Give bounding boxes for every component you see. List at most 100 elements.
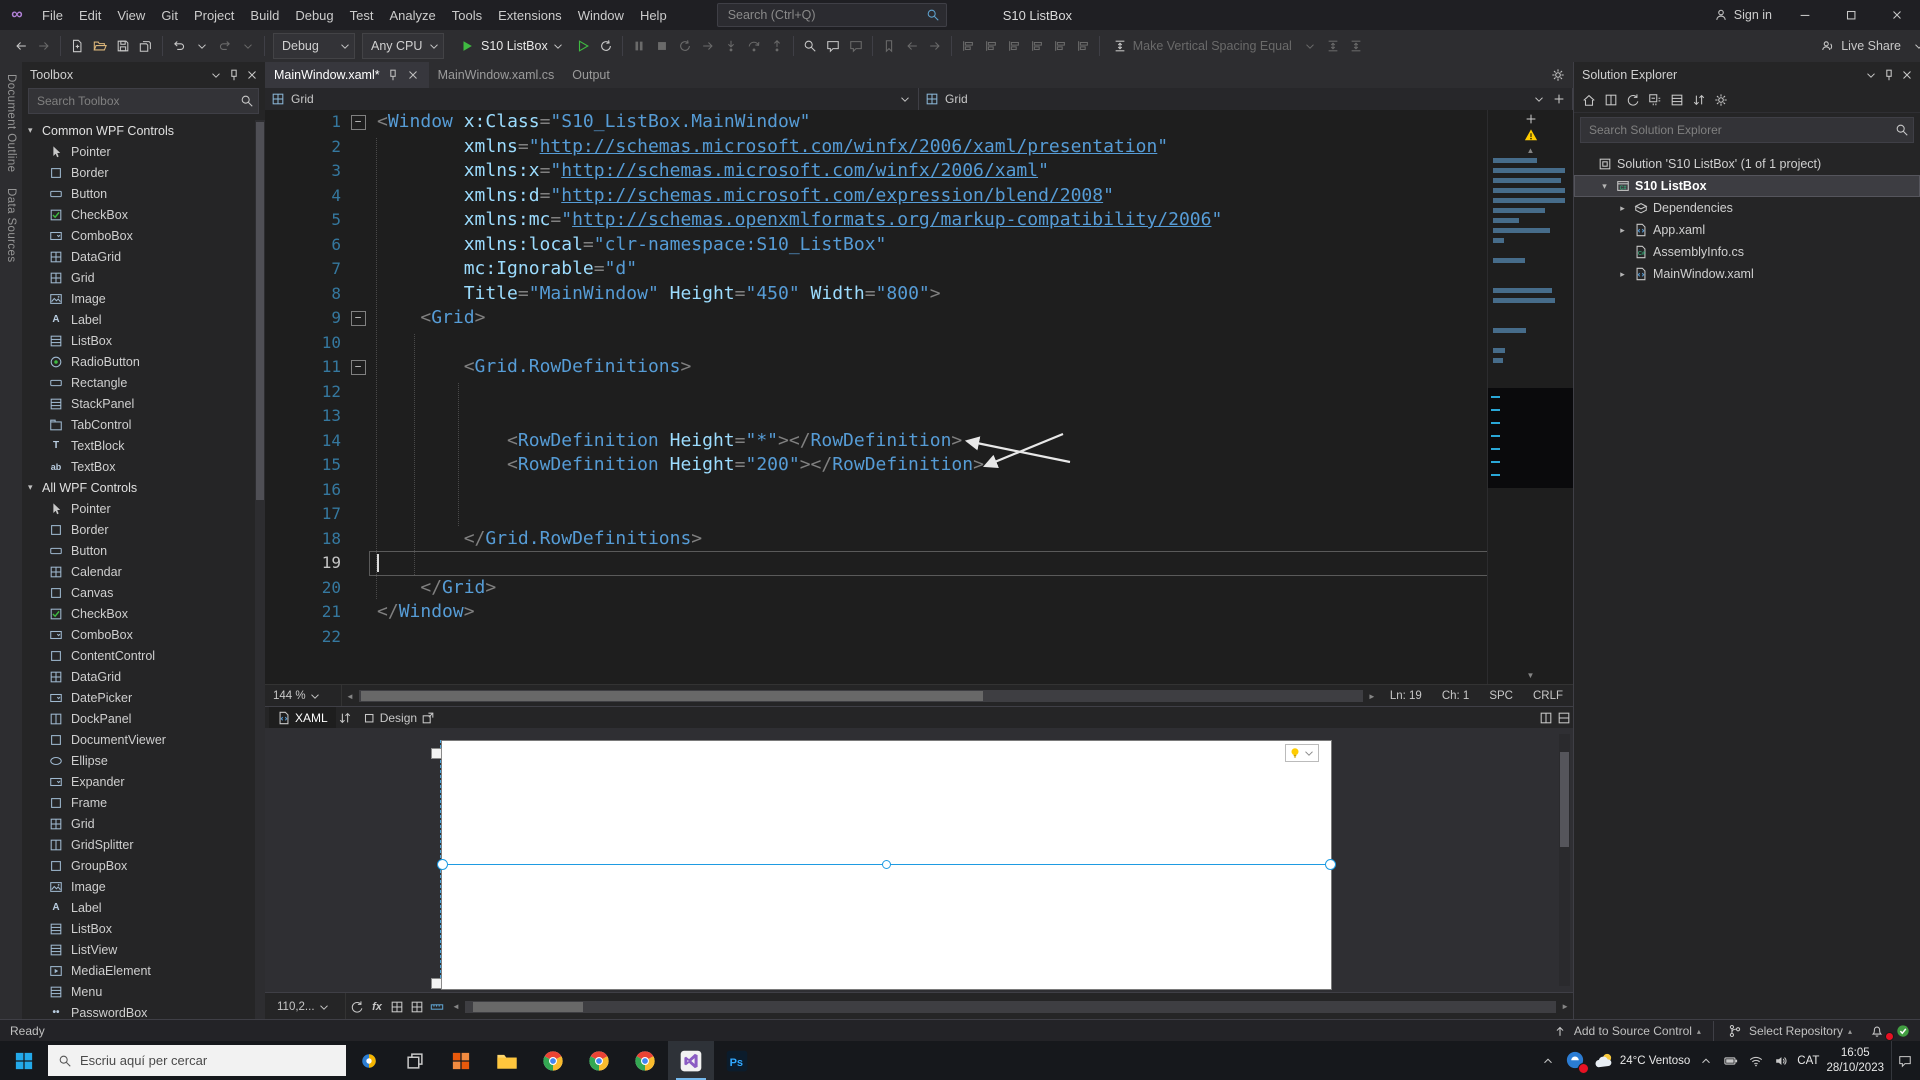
quick-actions-lightbulb[interactable] bbox=[1285, 744, 1319, 762]
menu-test[interactable]: Test bbox=[342, 0, 382, 30]
step-out-icon[interactable] bbox=[766, 35, 788, 57]
toolbox-item-checkbox[interactable]: CheckBox bbox=[22, 204, 255, 225]
scroll-left-icon[interactable]: ◄ bbox=[342, 692, 358, 701]
design-surface[interactable] bbox=[265, 728, 1573, 992]
toolbox-item-menu[interactable]: Menu bbox=[22, 981, 255, 1002]
toolbox-item-textblock[interactable]: T TextBlock bbox=[22, 435, 255, 456]
menu-git[interactable]: Git bbox=[153, 0, 186, 30]
toolbox-item-button[interactable]: Button bbox=[22, 183, 255, 204]
toolbox-group-common-wpf-controls[interactable]: ▾ Common WPF Controls bbox=[22, 120, 255, 141]
effects-toggle-icon[interactable]: fx bbox=[368, 998, 386, 1016]
breakpoint-margin[interactable] bbox=[265, 527, 279, 552]
grid-ruler-marker[interactable] bbox=[431, 978, 442, 989]
solution-explorer-search-input[interactable]: Search Solution Explorer bbox=[1580, 117, 1914, 143]
scroll-up-icon[interactable]: ▲ bbox=[1488, 146, 1573, 155]
code-line-18[interactable]: 18 </Grid.RowDefinitions> bbox=[265, 527, 1488, 552]
chevron-down-icon[interactable] bbox=[1532, 92, 1546, 106]
breakpoint-margin[interactable] bbox=[265, 282, 279, 307]
menu-debug[interactable]: Debug bbox=[287, 0, 341, 30]
toolbox-item-tabcontrol[interactable]: TabControl bbox=[22, 414, 255, 435]
tree-item-assemblyinfo-cs[interactable]: C# AssemblyInfo.cs bbox=[1574, 241, 1920, 263]
decrease-vertical-spacing-icon[interactable] bbox=[1345, 35, 1367, 57]
start-button[interactable] bbox=[0, 1041, 48, 1080]
toolbox-item-combobox[interactable]: ComboBox bbox=[22, 624, 255, 645]
expander-icon[interactable]: ▾ bbox=[1598, 181, 1611, 192]
toolbox-header[interactable]: Toolbox bbox=[22, 62, 265, 88]
row-divider-left-handle[interactable] bbox=[437, 859, 448, 870]
code-line-17[interactable]: 17 bbox=[265, 502, 1488, 527]
toolbox-item-label[interactable]: A Label bbox=[22, 309, 255, 330]
menu-build[interactable]: Build bbox=[242, 0, 287, 30]
toolbox-item-passwordbox[interactable]: •• PasswordBox bbox=[22, 1002, 255, 1020]
toolbox-item-groupbox[interactable]: GroupBox bbox=[22, 855, 255, 876]
pin-icon[interactable] bbox=[225, 66, 243, 84]
toolbox-item-datagrid[interactable]: DataGrid bbox=[22, 246, 255, 267]
side-tab-document-outline[interactable]: Document Outline bbox=[5, 62, 17, 176]
menu-extensions[interactable]: Extensions bbox=[490, 0, 570, 30]
solution-explorer-properties-icon[interactable] bbox=[1712, 91, 1730, 109]
undo-dropdown-icon[interactable] bbox=[191, 35, 213, 57]
scroll-down-icon[interactable]: ▼ bbox=[1488, 671, 1573, 680]
code-line-15[interactable]: 15 <RowDefinition Height="200"></RowDefi… bbox=[265, 453, 1488, 478]
breakpoint-margin[interactable] bbox=[265, 331, 279, 356]
minimize-button[interactable] bbox=[1782, 0, 1828, 30]
toolbox-item-mediaelement[interactable]: MediaElement bbox=[22, 960, 255, 981]
solution-explorer-home-icon[interactable] bbox=[1580, 91, 1598, 109]
toolbox-scrollbar[interactable] bbox=[255, 120, 265, 1019]
toolbox-item-pointer[interactable]: Pointer bbox=[22, 141, 255, 162]
code-line-4[interactable]: 4 xmlns:d="http://schemas.microsoft.com/… bbox=[265, 184, 1488, 209]
tree-item-app-xaml[interactable]: ▸ App.xaml bbox=[1574, 219, 1920, 241]
breadcrumb-left[interactable]: Grid bbox=[265, 88, 919, 110]
breakpoint-margin[interactable] bbox=[265, 576, 279, 601]
row-divider-right-handle[interactable] bbox=[1325, 859, 1336, 870]
spacing-options-chevron-icon[interactable] bbox=[1299, 35, 1321, 57]
breakpoint-margin[interactable] bbox=[265, 355, 279, 380]
split-handle-icon[interactable] bbox=[1524, 112, 1538, 126]
notifications-button[interactable] bbox=[1860, 1020, 1894, 1042]
code-line-19[interactable]: 19 bbox=[265, 551, 1488, 576]
editor-minimap-scrollbar[interactable]: ▲ ▼ bbox=[1487, 110, 1573, 684]
document-well-options-icon[interactable] bbox=[1549, 66, 1567, 84]
redo-icon[interactable] bbox=[214, 35, 236, 57]
show-grid-icon[interactable] bbox=[388, 998, 406, 1016]
background-tasks-check-icon[interactable] bbox=[1894, 1022, 1912, 1040]
taskbar-search-box[interactable]: Escriu aquí per cercar bbox=[48, 1045, 346, 1076]
breakpoint-margin[interactable] bbox=[265, 600, 279, 625]
toolbox-item-documentviewer[interactable]: DocumentViewer bbox=[22, 729, 255, 750]
visual-studio-icon[interactable] bbox=[668, 1041, 714, 1080]
toolbox-item-grid[interactable]: Grid bbox=[22, 813, 255, 834]
code-line-3[interactable]: 3 xmlns:x="http://schemas.microsoft.com/… bbox=[265, 159, 1488, 184]
breakpoint-margin[interactable] bbox=[265, 404, 279, 429]
breakpoint-margin[interactable] bbox=[265, 184, 279, 209]
save-all-icon[interactable] bbox=[135, 35, 157, 57]
app-icon-orange[interactable] bbox=[438, 1041, 484, 1080]
action-center-button[interactable] bbox=[1891, 1041, 1918, 1080]
undo-icon[interactable] bbox=[168, 35, 190, 57]
tree-item-s10-listbox[interactable]: ▾ C# S10 ListBox bbox=[1574, 175, 1920, 197]
toolbox-item-calendar[interactable]: Calendar bbox=[22, 561, 255, 582]
hot-reload-icon[interactable] bbox=[595, 35, 617, 57]
xaml-view-tab[interactable]: XAML bbox=[269, 707, 336, 729]
live-share-button[interactable]: Live Share bbox=[1813, 34, 1907, 58]
code-line-13[interactable]: 13 bbox=[265, 404, 1488, 429]
code-line-21[interactable]: 21 </Window> bbox=[265, 600, 1488, 625]
vertical-split-toggle-icon[interactable] bbox=[1537, 709, 1555, 727]
file-explorer-icon[interactable] bbox=[484, 1041, 530, 1080]
language-indicator[interactable]: CAT bbox=[1797, 1055, 1819, 1067]
toolbox-item-image[interactable]: Image bbox=[22, 876, 255, 897]
breakpoint-margin[interactable] bbox=[265, 551, 279, 576]
clock[interactable]: 16:05 28/10/2023 bbox=[1826, 1046, 1884, 1075]
solution-explorer-collapse-all-icon[interactable] bbox=[1646, 91, 1664, 109]
task-view-button[interactable] bbox=[392, 1041, 438, 1080]
nav-forward-icon[interactable] bbox=[33, 35, 55, 57]
toolbox-item-canvas[interactable]: Canvas bbox=[22, 582, 255, 603]
breakpoint-margin[interactable] bbox=[265, 110, 279, 135]
make-vertical-spacing-equal-button[interactable]: Make Vertical Spacing Equal bbox=[1105, 34, 1298, 58]
menu-project[interactable]: Project bbox=[186, 0, 242, 30]
fold-collapse-icon[interactable]: − bbox=[350, 359, 366, 375]
toolbox-item-datagrid[interactable]: DataGrid bbox=[22, 666, 255, 687]
solution-platforms-dropdown[interactable]: Any CPU bbox=[362, 33, 444, 59]
split-window-handle-icon[interactable] bbox=[1552, 92, 1566, 106]
breakpoint-margin[interactable] bbox=[265, 257, 279, 282]
close-icon[interactable] bbox=[1898, 66, 1916, 84]
